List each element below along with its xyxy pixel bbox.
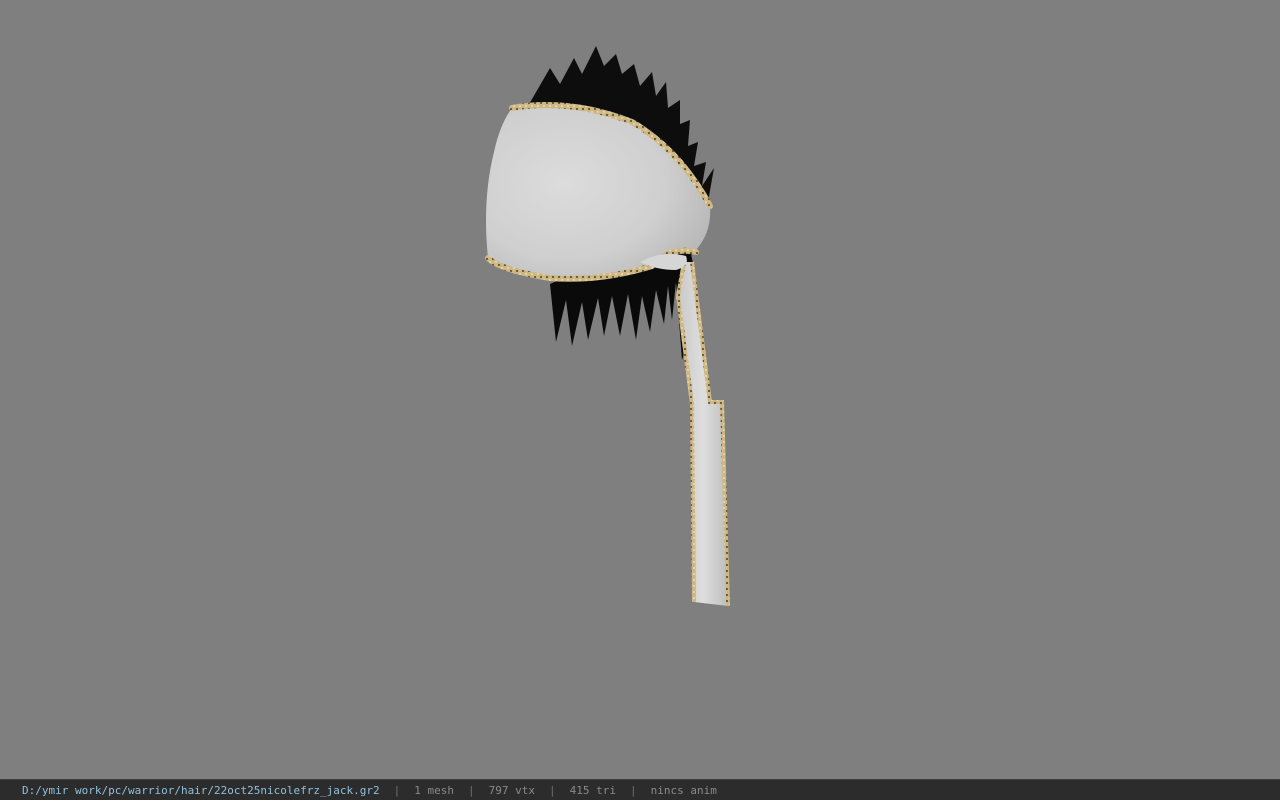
separator: | xyxy=(548,783,556,797)
3d-viewport[interactable] xyxy=(0,0,1280,779)
vertex-count: 797 vtx xyxy=(488,783,535,797)
separator: | xyxy=(393,783,401,797)
ribbon-tail xyxy=(678,262,728,606)
separator: | xyxy=(629,783,637,797)
hair-model-render[interactable] xyxy=(0,0,1280,779)
status-bar: D:/ymir work/pc/warrior/hair/22oct25nico… xyxy=(0,779,1280,800)
mesh-count: 1 mesh xyxy=(414,783,454,797)
animation-status: nincs anim xyxy=(650,783,717,797)
triangle-count: 415 tri xyxy=(569,783,616,797)
separator: | xyxy=(468,783,475,797)
file-path: D:/ymir work/pc/warrior/hair/22oct25nico… xyxy=(22,783,380,797)
